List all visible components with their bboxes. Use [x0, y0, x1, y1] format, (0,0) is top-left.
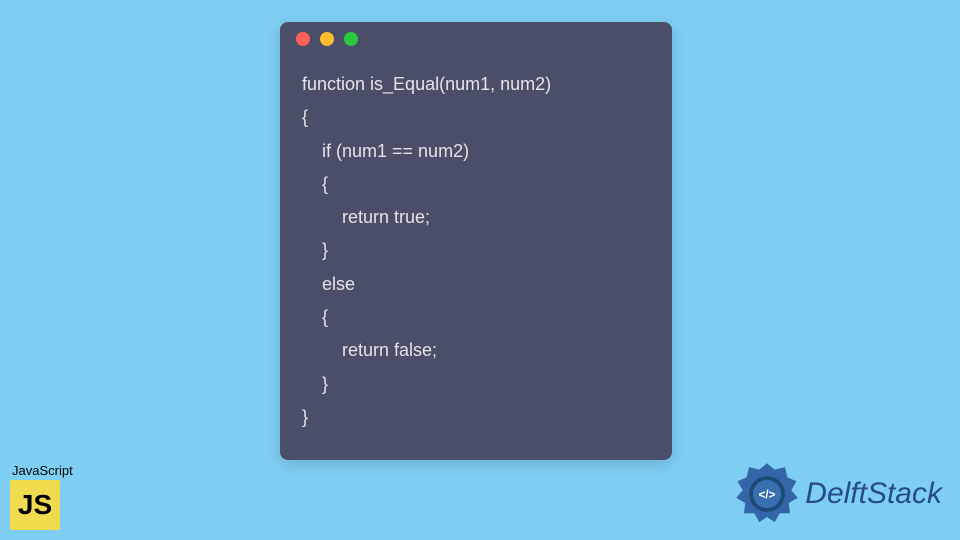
code-line: if (num1 == num2) — [302, 135, 650, 168]
code-line: } — [302, 401, 650, 434]
code-line: else — [302, 268, 650, 301]
minimize-icon — [320, 32, 334, 46]
code-line: return false; — [302, 334, 650, 367]
javascript-logo-icon: JS — [10, 480, 60, 530]
window-titlebar — [280, 22, 672, 56]
maximize-icon — [344, 32, 358, 46]
code-line: function is_Equal(num1, num2) — [302, 68, 650, 101]
code-line: } — [302, 234, 650, 267]
javascript-logo-text: JS — [18, 491, 52, 519]
close-icon — [296, 32, 310, 46]
code-line: { — [302, 101, 650, 134]
code-line: return true; — [302, 201, 650, 234]
code-body: function is_Equal(num1, num2) { if (num1… — [280, 56, 672, 460]
code-line: { — [302, 301, 650, 334]
delftstack-logo-icon: </> — [735, 462, 799, 526]
delftstack-brand: </> DelftStack — [735, 462, 942, 526]
code-window: function is_Equal(num1, num2) { if (num1… — [280, 22, 672, 460]
brand-name: DelftStack — [805, 477, 942, 511]
code-line: } — [302, 368, 650, 401]
javascript-badge: JavaScript JS — [10, 463, 73, 530]
code-line: { — [302, 168, 650, 201]
svg-text:</>: </> — [759, 489, 776, 501]
javascript-label: JavaScript — [10, 463, 73, 478]
